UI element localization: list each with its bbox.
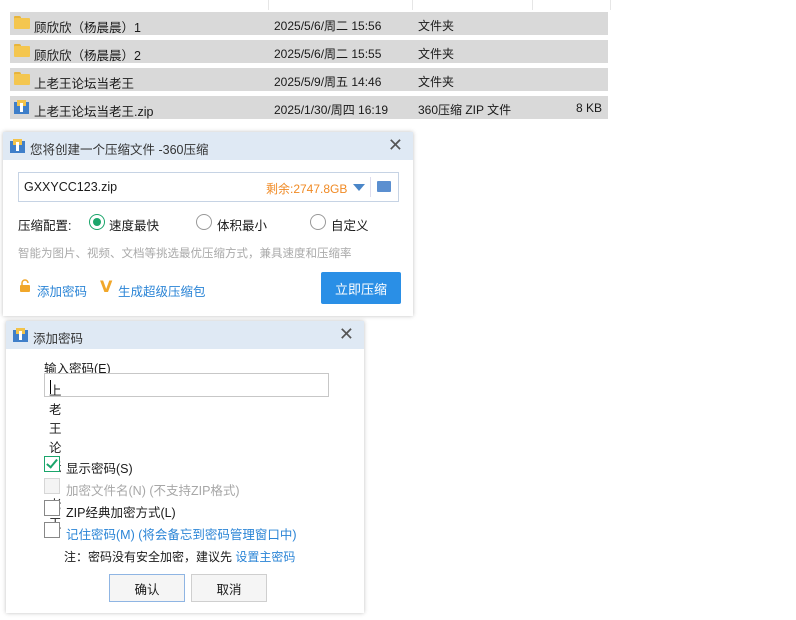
show-password-checkbox[interactable] bbox=[44, 456, 60, 472]
lock-icon bbox=[20, 279, 30, 292]
option-smallest-label[interactable]: 体积最小 bbox=[217, 215, 267, 234]
add-password-dialog: 添加密码 ✕ 输入密码(E) 上老王论坛当老王 显示密码(S) 加密文件名(N)… bbox=[6, 321, 364, 613]
archive-name-field[interactable]: GXXYCC123.zip 剩余:2747.8GB bbox=[18, 172, 399, 202]
password-input[interactable]: 上老王论坛当老王 bbox=[44, 373, 329, 531]
dialog-title: 您将创建一个压缩文件 -360压缩 bbox=[30, 143, 209, 157]
file-date: 2025/5/6/周二 15:56 bbox=[274, 19, 382, 33]
file-type: 文件夹 bbox=[418, 19, 455, 33]
browse-folder-icon[interactable] bbox=[377, 181, 391, 192]
radio-smallest[interactable] bbox=[196, 214, 212, 230]
file-size: 8 KB bbox=[575, 101, 602, 115]
file-name: 顾欣欣（杨晨晨）1 bbox=[34, 21, 141, 35]
set-master-password-link[interactable]: 设置主密码 bbox=[235, 550, 295, 564]
file-date: 2025/1/30/周四 16:19 bbox=[274, 103, 389, 117]
cancel-button[interactable]: 取消 bbox=[191, 574, 267, 602]
file-date: 2025/5/6/周二 15:55 bbox=[274, 47, 382, 61]
folder-icon bbox=[14, 16, 30, 30]
dialog-titlebar[interactable]: 您将创建一个压缩文件 -360压缩 ✕ bbox=[3, 132, 413, 160]
remember-password-label[interactable]: 记住密码(M) (将会备忘到密码管理窗口中) bbox=[66, 524, 297, 543]
close-icon[interactable]: ✕ bbox=[388, 135, 403, 156]
folder-icon bbox=[14, 72, 30, 86]
zip-classic-label[interactable]: ZIP经典加密方式(L) bbox=[66, 502, 176, 521]
file-type: 360压缩 ZIP 文件 bbox=[418, 103, 512, 117]
file-explorer-list: 顾欣欣（杨晨晨）1 2025/5/6/周二 15:56 文件夹 顾欣欣（杨晨晨）… bbox=[0, 0, 796, 130]
file-row[interactable]: 顾欣欣（杨晨晨）2 2025/5/6/周二 15:55 文件夹 bbox=[10, 40, 608, 63]
file-type: 文件夹 bbox=[418, 47, 455, 61]
file-name: 顾欣欣（杨晨晨）2 bbox=[34, 49, 141, 63]
super-pack-icon: V bbox=[100, 277, 113, 296]
dialog-title: 添加密码 bbox=[33, 332, 84, 346]
file-row[interactable]: 顾欣欣（杨晨晨）1 2025/5/6/周二 15:56 文件夹 bbox=[10, 12, 608, 35]
ok-button[interactable]: 确认 bbox=[109, 574, 185, 602]
compress-now-button[interactable]: 立即压缩 bbox=[321, 272, 401, 304]
divider bbox=[370, 177, 371, 197]
column-divider bbox=[268, 0, 269, 10]
free-space-label: 剩余:2747.8GB bbox=[266, 182, 348, 196]
chevron-down-icon[interactable] bbox=[353, 184, 365, 191]
show-password-label[interactable]: 显示密码(S) bbox=[66, 458, 133, 477]
radio-custom[interactable] bbox=[310, 214, 326, 230]
dialog-titlebar[interactable]: 添加密码 ✕ bbox=[6, 321, 364, 349]
folder-icon bbox=[14, 44, 30, 58]
close-icon[interactable]: ✕ bbox=[339, 324, 354, 345]
note-text: 注：密码没有安全加密，建议先 bbox=[64, 550, 233, 564]
compress-hint: 智能为图片、视频、文档等挑选最优压缩方式，兼具速度和压缩率 bbox=[18, 248, 352, 260]
column-divider bbox=[412, 0, 413, 10]
file-row[interactable]: 上老王论坛当老王 2025/5/9/周五 14:46 文件夹 bbox=[10, 68, 608, 91]
column-divider bbox=[610, 0, 611, 10]
file-date: 2025/5/9/周五 14:46 bbox=[274, 75, 382, 89]
option-custom-label[interactable]: 自定义 bbox=[331, 215, 369, 234]
zip-archive-icon bbox=[14, 100, 29, 114]
column-divider bbox=[532, 0, 533, 10]
super-pack-link[interactable]: 生成超级压缩包 bbox=[118, 281, 206, 300]
option-fastest-label[interactable]: 速度最快 bbox=[109, 215, 159, 234]
security-note: 注：密码没有安全加密，建议先 设置主密码 bbox=[64, 548, 295, 565]
remember-password-checkbox[interactable] bbox=[44, 522, 60, 538]
archive-app-icon bbox=[10, 139, 25, 153]
file-name: 上老王论坛当老王 bbox=[34, 77, 135, 91]
encrypt-filenames-checkbox[interactable] bbox=[44, 478, 60, 494]
encrypt-filenames-label: 加密文件名(N) (不支持ZIP格式) bbox=[66, 484, 240, 498]
compress-config-label: 压缩配置: bbox=[18, 219, 72, 233]
zip-classic-checkbox[interactable] bbox=[44, 500, 60, 516]
compress-dialog: 您将创建一个压缩文件 -360压缩 ✕ GXXYCC123.zip 剩余:274… bbox=[3, 132, 413, 316]
radio-fastest[interactable] bbox=[89, 214, 105, 230]
file-type: 文件夹 bbox=[418, 75, 455, 89]
archive-filename[interactable]: GXXYCC123.zip bbox=[24, 180, 117, 194]
add-password-link[interactable]: 添加密码 bbox=[37, 281, 87, 300]
file-row[interactable]: 上老王论坛当老王.zip 2025/1/30/周四 16:19 360压缩 ZI… bbox=[10, 96, 608, 119]
file-name: 上老王论坛当老王.zip bbox=[34, 105, 154, 119]
archive-app-icon bbox=[13, 328, 28, 342]
